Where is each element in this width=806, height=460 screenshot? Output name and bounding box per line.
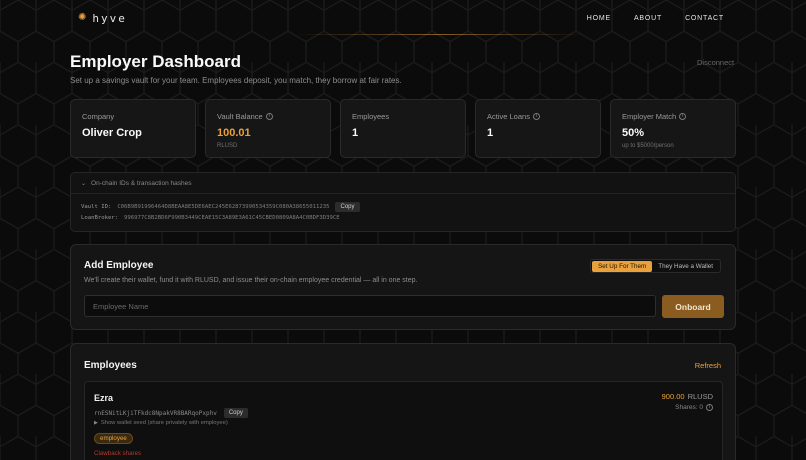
show-seed-toggle[interactable]: ▶ Show wallet seed (share privately with…: [94, 420, 228, 426]
employee-role-badge: employee: [94, 433, 133, 444]
vault-id-value: C06B9B91996464D8BEAA8E5DE6AEC245E6287399…: [117, 204, 330, 210]
loan-broker-value: 996977C8B2BD6F990B3449CEAE15C3A89E3A61C4…: [124, 215, 340, 221]
stat-card-active-loans: Active Loans i 1: [475, 99, 601, 158]
show-seed-label: Show wallet seed (share privately with e…: [100, 420, 228, 426]
disconnect-button[interactable]: Disconnect: [697, 58, 734, 67]
loan-broker-row: LoanBroker: 996977C8B2BD6F990B3449CEAE15…: [81, 215, 340, 221]
stat-card-employees: Employees 1: [340, 99, 466, 158]
employee-balance-value: 900.00: [661, 392, 685, 401]
chevron-down-icon: ⌄: [81, 180, 87, 187]
stat-card-vault-balance: Vault Balance i 100.01 RLUSD: [205, 99, 331, 158]
employee-balance: 900.00 RLUSD: [662, 392, 713, 401]
loan-broker-key: LoanBroker:: [81, 215, 119, 221]
stat-value: 100.01: [217, 127, 251, 139]
onchain-ids-toggle[interactable]: ⌄ On-chain IDs & transaction hashes: [71, 173, 735, 194]
nav-links: HOME ABOUT CONTACT: [587, 15, 724, 22]
info-icon[interactable]: i: [532, 113, 540, 120]
stat-label: Company: [82, 112, 115, 121]
nav-link-about[interactable]: ABOUT: [634, 15, 662, 22]
add-employee-panel: Add Employee We'll create their wallet, …: [70, 244, 736, 330]
page-title: Employer Dashboard: [70, 52, 241, 71]
stat-sub: RLUSD: [217, 143, 238, 149]
top-nav: ✺ hyve HOME ABOUT CONTACT: [78, 10, 724, 26]
brand[interactable]: ✺ hyve: [78, 12, 127, 25]
employee-card: Ezra rnESNitLKjiTFkdc8NpakVR8BARqoPxphv …: [84, 381, 723, 460]
copy-vault-id-button[interactable]: Copy: [335, 202, 360, 212]
info-icon[interactable]: i: [679, 113, 687, 120]
stat-value: 1: [352, 127, 359, 139]
nav-link-contact[interactable]: CONTACT: [685, 15, 724, 22]
employees-title: Employees: [84, 360, 137, 371]
employee-name: Ezra: [94, 393, 114, 403]
toggle-set-up-for-them[interactable]: Set Up For Them: [592, 260, 653, 272]
stat-value: Oliver Crop: [82, 127, 142, 139]
stat-value: 50%: [622, 127, 645, 139]
setup-mode-toggle: Set Up For Them They Have a Wallet: [590, 259, 721, 273]
nav-link-home[interactable]: HOME: [587, 15, 611, 22]
employee-balance-currency: RLUSD: [687, 392, 713, 401]
employee-address-row: rnESNitLKjiTFkdc8NpakVR8BARqoPxphv Copy: [94, 408, 248, 418]
triangle-right-icon: ▶: [94, 420, 98, 426]
stat-card-company: Company Oliver Crop: [70, 99, 196, 158]
brand-name: hyve: [92, 11, 127, 25]
employee-shares: Shares: 0 i: [675, 404, 713, 411]
employee-shares-label: Shares: 0: [675, 404, 703, 411]
employee-name-input[interactable]: [84, 295, 656, 317]
vault-id-key: Vault ID:: [81, 204, 112, 210]
employee-address: rnESNitLKjiTFkdc8NpakVR8BARqoPxphv: [94, 409, 217, 417]
employees-panel: Employees Refresh Ezra rnESNitLKjiTFkdc8…: [70, 343, 736, 460]
info-icon[interactable]: i: [265, 113, 273, 120]
add-employee-title: Add Employee: [84, 260, 154, 271]
onchain-ids-label: On-chain IDs & transaction hashes: [91, 179, 192, 187]
add-employee-description: We'll create their wallet, fund it with …: [84, 277, 418, 284]
nav-divider: [295, 34, 585, 35]
vault-id-row: Vault ID: C06B9B91996464D8BEAA8E5DE6AEC2…: [81, 202, 360, 212]
clawback-shares-button[interactable]: Clawback shares: [94, 450, 141, 457]
stat-label: Vault Balance: [217, 112, 263, 121]
page-subtitle: Set up a savings vault for your team. Em…: [70, 76, 402, 85]
hexagon-logo-icon: ✺: [78, 12, 87, 23]
stat-label: Active Loans: [487, 112, 530, 121]
info-icon[interactable]: i: [706, 404, 713, 411]
stat-value: 1: [487, 127, 494, 139]
copy-address-button[interactable]: Copy: [223, 408, 248, 418]
stat-label: Employer Match: [622, 112, 677, 121]
stats-row: Company Oliver Crop Vault Balance i 100.0…: [70, 99, 736, 158]
toggle-they-have-wallet[interactable]: They Have a Wallet: [652, 261, 719, 272]
stat-label: Employees: [352, 112, 390, 121]
onchain-ids-panel: ⌄ On-chain IDs & transaction hashes Vaul…: [70, 172, 736, 232]
refresh-button[interactable]: Refresh: [695, 361, 721, 370]
onboard-button[interactable]: Onboard: [662, 295, 724, 318]
stat-sub: up to $5000/person: [622, 143, 674, 149]
stat-card-employer-match: Employer Match i 50% up to $5000/person: [610, 99, 736, 158]
